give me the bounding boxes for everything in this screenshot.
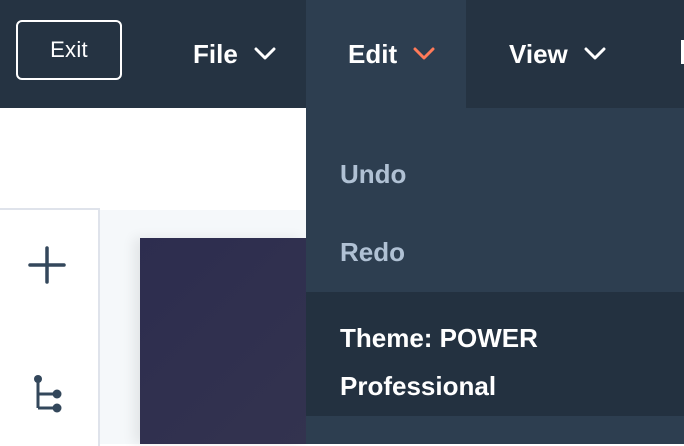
chevron-down-icon [584,47,606,60]
menu-item-redo-label: Redo [340,236,405,267]
menu-edit-label: Edit [348,38,398,69]
chevron-down-icon [254,47,276,60]
chevron-down-icon [413,47,435,60]
editor-header-area [0,108,306,208]
top-navigation-bar: Exit File Edit View [0,0,684,108]
menu-file-label: File [193,38,238,69]
menu-view[interactable]: View [509,0,606,108]
menu-item-theme[interactable]: Theme: POWER Professional [306,292,684,416]
menu-item-theme-label-line2: Professional [340,371,497,401]
tree-icon[interactable] [33,374,63,414]
menu-file[interactable]: File [193,0,276,108]
menu-item-redo[interactable]: Redo [306,230,684,274]
menu-view-label: View [509,38,568,69]
menu-item-undo[interactable]: Undo [306,152,684,196]
menu-item-undo-label: Undo [340,158,407,189]
exit-button-label: Exit [50,37,88,62]
edit-dropdown-menu: Undo Redo Theme: POWER Professional [306,108,684,444]
plus-icon[interactable] [28,246,66,284]
slide-preview[interactable] [140,238,306,444]
menu-item-theme-label-line1: Theme: POWER [340,323,538,353]
exit-button[interactable]: Exit [16,20,122,80]
menu-edit[interactable]: Edit [306,0,466,108]
